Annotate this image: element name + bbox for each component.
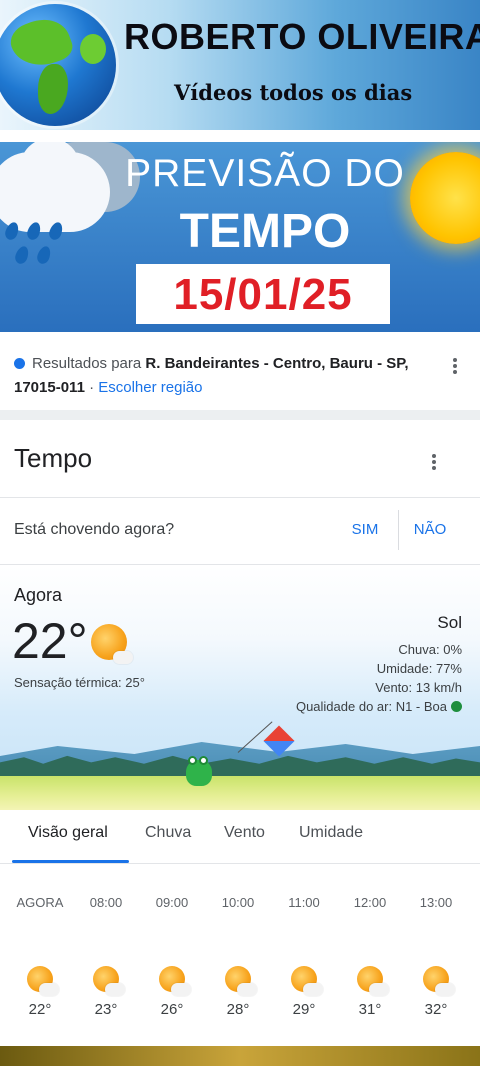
hour-label: 09:00 [155,895,189,910]
hour-temperature: 31° [358,1001,382,1018]
hour-label: 12:00 [353,895,387,910]
results-text: Resultados para R. Bandeirantes - Centro… [14,352,424,400]
partly-sunny-icon [423,966,455,996]
partly-sunny-icon [27,966,59,996]
results-separator: · [89,379,95,396]
no-button[interactable]: NÃO [406,514,454,546]
landscape-ground [0,776,480,810]
choose-region-link[interactable]: Escolher região [98,379,202,396]
hour-temperature: 23° [94,1001,118,1018]
condition-label: Sol [437,613,462,632]
bottom-decorative-strip [0,1046,480,1066]
channel-subtitle: Vídeos todos os dias [174,80,413,105]
air-quality-text: Qualidade do ar: N1 - Boa [295,699,447,714]
partly-sunny-icon [91,624,133,664]
hour-label: 11:00 [288,895,320,910]
weather-more-options-icon[interactable] [432,454,436,470]
tab-overview[interactable]: Visão geral [28,824,108,842]
hour-temperature: 22° [28,1001,52,1018]
yes-button[interactable]: SIM [342,514,388,546]
tab-humidity[interactable]: Umidade [299,824,363,842]
air-quality: Qualidade do ar: N1 - Boa [296,699,462,714]
weather-title: Tempo [14,443,93,473]
humidity: Umidade: 77% [376,661,462,676]
rain-question: Está chovendo agora? [14,521,175,538]
globe-icon [0,4,116,126]
tab-rain[interactable]: Chuva [145,824,191,842]
hour-temperature: 28° [226,1001,250,1018]
forecast-hero: PREVISÃO DO TEMPO 15/01/25 [0,142,480,332]
results-prefix: Resultados para [32,355,142,372]
rain-chance: Chuva: 0% [398,642,462,657]
now-label: Agora [14,585,63,605]
button-divider [398,510,399,550]
hour-label: AGORA [16,895,64,910]
location-results: Resultados para R. Bandeirantes - Centro… [0,340,480,410]
hour-label: 13:00 [419,895,453,910]
weather-tabs: Visão geral Chuva Vento Umidade [0,810,480,864]
sunny-icon [357,966,389,996]
channel-banner: ROBERTO OLIVEIRA Vídeos todos os dias [0,0,480,130]
wind: Vento: 13 km/h [375,680,462,695]
hour-label: 08:00 [89,895,123,910]
divider [0,497,480,498]
sunny-icon [159,966,191,996]
sunny-icon [93,966,125,996]
frog-mascot-icon [186,756,212,786]
channel-title: ROBERTO OLIVEIRA [124,16,480,57]
date-badge: 15/01/25 [136,264,390,324]
current-temperature: 22° [12,613,88,669]
hero-heading-line1: PREVISÃO DO [125,152,405,195]
forecast-date: 15/01/25 [173,270,353,319]
hour-label: 10:00 [221,895,255,910]
sunny-icon [291,966,323,996]
hero-heading-line2: TEMPO [179,205,351,258]
section-divider [0,410,480,420]
divider [0,564,480,565]
hour-temperature: 26° [160,1001,184,1018]
sunny-icon [225,966,257,996]
feels-like: Sensação térmica: 25° [14,675,145,690]
hour-temperature: 32° [424,1001,448,1018]
air-quality-status-icon [451,701,462,712]
tab-wind[interactable]: Vento [224,824,265,842]
divider [0,863,480,864]
hour-temperature: 29° [292,1001,316,1018]
more-options-icon[interactable] [453,358,457,374]
